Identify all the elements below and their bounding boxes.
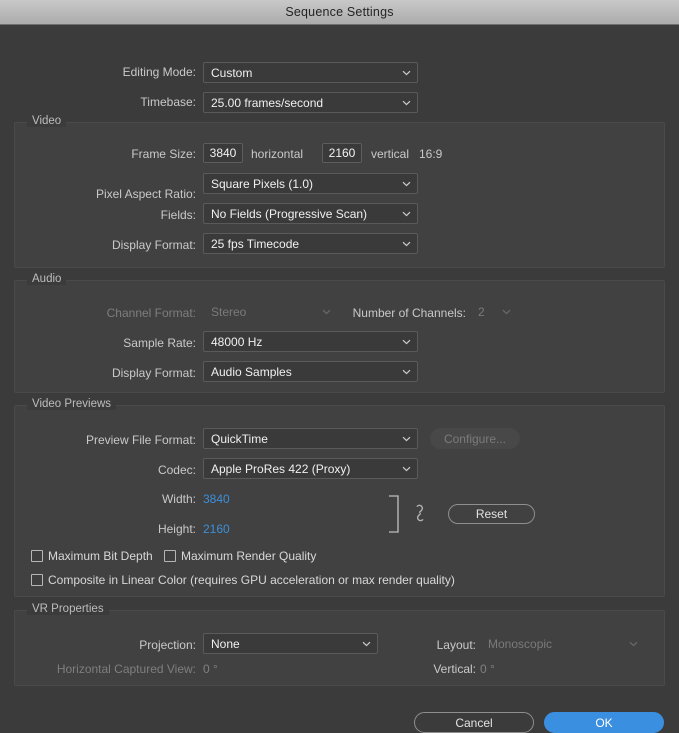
preview-height-label: Height: — [157, 522, 196, 536]
video-display-format-value: 25 fps Timecode — [211, 236, 300, 251]
pixel-aspect-ratio-value: Square Pixels (1.0) — [211, 176, 314, 191]
codec-value: Apple ProRes 422 (Proxy) — [211, 461, 351, 476]
vr-layout-select: Monoscopic — [480, 633, 645, 654]
frame-width-input[interactable]: 3840 — [203, 143, 243, 163]
audio-display-format-label: Display Format: — [111, 366, 196, 380]
chevron-down-icon — [402, 436, 411, 442]
dialog-titlebar: Sequence Settings — [0, 0, 679, 25]
sample-rate-value: 48000 Hz — [211, 334, 263, 349]
codec-select[interactable]: Apple ProRes 422 (Proxy) — [203, 458, 418, 479]
video-group-title: Video — [27, 115, 67, 127]
preview-file-format-value: QuickTime — [211, 431, 268, 446]
horizontal-captured-view-value: 0 ° — [203, 662, 218, 676]
video-previews-group-title: Video Previews — [27, 398, 117, 410]
editing-mode-label: Editing Mode: — [122, 65, 196, 79]
frame-size-label: Frame Size: — [131, 147, 196, 161]
horizontal-captured-view-label: Horizontal Captured View: — [56, 662, 196, 676]
chevron-down-icon — [402, 466, 411, 472]
max-bit-depth-checkbox[interactable] — [31, 550, 43, 562]
number-of-channels-label: Number of Channels: — [352, 306, 466, 320]
chevron-down-icon — [402, 211, 411, 217]
pixel-aspect-ratio-select[interactable]: Square Pixels (1.0) — [203, 173, 418, 194]
codec-label: Codec: — [157, 463, 196, 477]
sample-rate-label: Sample Rate: — [123, 336, 196, 350]
chevron-down-icon — [402, 70, 411, 76]
chevron-down-icon — [402, 100, 411, 106]
channel-format-select: Stereo — [203, 301, 338, 322]
timebase-select[interactable]: 25.00 frames/second — [203, 92, 418, 113]
max-render-quality-checkbox[interactable] — [164, 550, 176, 562]
chevron-down-icon — [402, 339, 411, 345]
max-bit-depth-label[interactable]: Maximum Bit Depth — [48, 549, 153, 563]
audio-display-format-select[interactable]: Audio Samples — [203, 361, 418, 382]
composite-linear-color-checkbox[interactable] — [31, 574, 43, 586]
channel-format-label: Channel Format: — [106, 306, 196, 320]
chevron-down-icon — [502, 309, 511, 315]
channel-format-value: Stereo — [211, 304, 247, 319]
preview-file-format-select[interactable]: QuickTime — [203, 428, 418, 449]
vr-vertical-label: Vertical: — [433, 662, 476, 676]
max-render-quality-label[interactable]: Maximum Render Quality — [181, 549, 316, 563]
fields-value: No Fields (Progressive Scan) — [211, 206, 368, 221]
vr-properties-group-title: VR Properties — [27, 603, 109, 615]
timebase-label: Timebase: — [140, 95, 196, 109]
dimension-bracket-icon — [388, 495, 402, 536]
preview-width-value[interactable]: 3840 — [203, 492, 230, 506]
vr-layout-value: Monoscopic — [488, 636, 553, 651]
configure-button: Configure... — [430, 428, 520, 449]
number-of-channels-select: 2 — [470, 301, 518, 322]
composite-linear-color-label[interactable]: Composite in Linear Color (requires GPU … — [48, 573, 455, 587]
fields-select[interactable]: No Fields (Progressive Scan) — [203, 203, 418, 224]
vertical-label: vertical — [371, 147, 410, 161]
max-render-quality-checkbox-row[interactable]: Maximum Render Quality — [164, 549, 316, 563]
chevron-down-icon — [402, 181, 411, 187]
chevron-down-icon — [402, 369, 411, 375]
reset-button[interactable]: Reset — [448, 504, 535, 524]
projection-label: Projection: — [139, 638, 196, 652]
sample-rate-select[interactable]: 48000 Hz — [203, 331, 418, 352]
cancel-button[interactable]: Cancel — [414, 712, 534, 733]
pixel-aspect-ratio-label: Pixel Aspect Ratio: — [95, 187, 196, 201]
number-of-channels-value: 2 — [478, 304, 485, 319]
horizontal-label: horizontal — [251, 147, 304, 161]
projection-value: None — [211, 636, 240, 651]
audio-group-title: Audio — [27, 273, 67, 285]
aspect-ratio-text: 16:9 — [419, 147, 443, 161]
preview-height-value[interactable]: 2160 — [203, 522, 230, 536]
preview-file-format-label: Preview File Format: — [85, 433, 196, 447]
sequence-settings-dialog: Sequence Settings Editing Mode: Custom T… — [0, 0, 679, 733]
ok-button[interactable]: OK — [544, 712, 664, 733]
vr-vertical-value: 0 ° — [480, 662, 495, 676]
video-display-format-select[interactable]: 25 fps Timecode — [203, 233, 418, 254]
fields-label: Fields: — [160, 208, 196, 222]
vr-layout-label: Layout: — [436, 638, 476, 652]
frame-height-input[interactable]: 2160 — [322, 143, 362, 163]
editing-mode-value: Custom — [211, 65, 253, 80]
preview-width-label: Width: — [161, 492, 196, 506]
dialog-title: Sequence Settings — [285, 5, 394, 19]
timebase-value: 25.00 frames/second — [211, 95, 324, 110]
link-chain-icon[interactable] — [414, 504, 426, 525]
audio-display-format-value: Audio Samples — [211, 364, 292, 379]
max-bit-depth-checkbox-row[interactable]: Maximum Bit Depth — [31, 549, 153, 563]
chevron-down-icon — [629, 641, 638, 647]
chevron-down-icon — [322, 309, 331, 315]
composite-linear-color-checkbox-row[interactable]: Composite in Linear Color (requires GPU … — [31, 573, 455, 587]
video-display-format-label: Display Format: — [111, 238, 196, 252]
editing-mode-select[interactable]: Custom — [203, 62, 418, 83]
chevron-down-icon — [402, 241, 411, 247]
